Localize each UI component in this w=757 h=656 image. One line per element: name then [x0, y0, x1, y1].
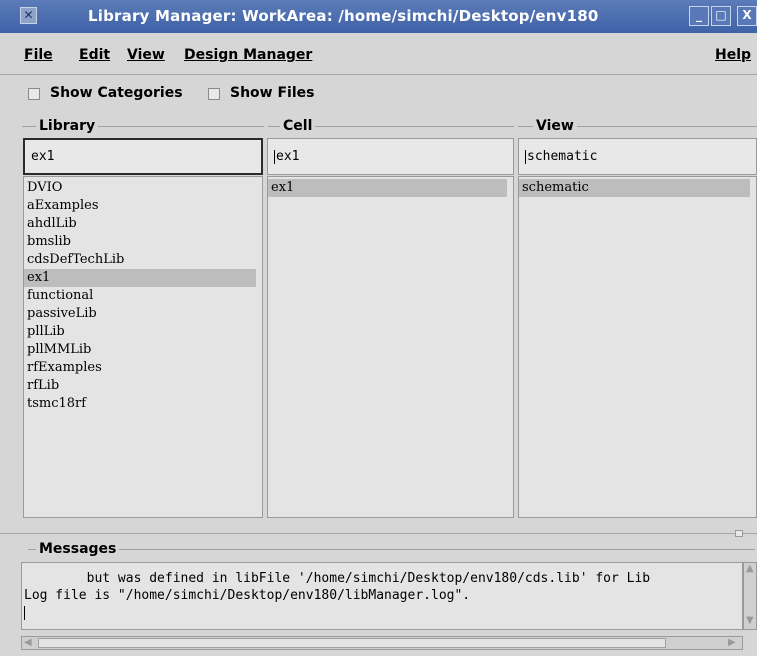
library-item[interactable]: bmslib: [24, 233, 262, 251]
library-header: Library: [36, 118, 99, 134]
cell-input[interactable]: ex1: [267, 138, 514, 175]
library-item[interactable]: functional: [24, 287, 262, 305]
library-item[interactable]: passiveLib: [24, 305, 262, 323]
show-files-option[interactable]: Show Files: [208, 85, 328, 105]
menu-bar: File Edit View Design Manager Help: [0, 33, 757, 75]
text-cursor: [22, 604, 742, 621]
library-item[interactable]: cdsDefTechLib: [24, 251, 262, 269]
scroll-down-arrow-icon[interactable]: ▼: [746, 615, 754, 626]
menu-design-manager[interactable]: Design Manager: [184, 47, 312, 63]
view-list[interactable]: schematic: [518, 176, 757, 518]
library-item[interactable]: ahdlLib: [24, 215, 262, 233]
library-item-selected[interactable]: ex1: [24, 269, 256, 287]
menu-file[interactable]: File: [24, 47, 53, 63]
scroll-right-arrow-icon[interactable]: ▶: [728, 637, 736, 648]
library-list[interactable]: DVIO aExamples ahdlLib bmslib cdsDefTech…: [23, 176, 263, 518]
library-item[interactable]: tsmc18rf: [24, 395, 262, 413]
minimize-button[interactable]: _: [689, 6, 709, 26]
cell-item-selected[interactable]: ex1: [268, 179, 507, 197]
messages-header: Messages: [36, 541, 120, 557]
x-icon[interactable]: ✕: [20, 7, 37, 24]
cell-header: Cell: [280, 118, 316, 134]
horizontal-scroll-thumb[interactable]: [38, 638, 666, 648]
show-categories-label: Show Categories: [50, 85, 183, 101]
menu-help[interactable]: Help: [715, 47, 751, 63]
window-title: Library Manager: WorkArea: /home/simchi/…: [88, 7, 599, 25]
library-item[interactable]: rfLib: [24, 377, 262, 395]
library-item[interactable]: pllMMLib: [24, 341, 262, 359]
messages-vertical-scrollbar[interactable]: ▲ ▼: [743, 562, 757, 630]
library-item[interactable]: pllLib: [24, 323, 262, 341]
view-header: View: [533, 118, 577, 134]
title-bar[interactable]: ✕ Library Manager: WorkArea: /home/simch…: [0, 0, 757, 33]
library-input[interactable]: ex1: [23, 138, 263, 175]
menu-view[interactable]: View: [127, 47, 165, 63]
show-files-checkbox[interactable]: [208, 88, 220, 100]
maximize-button[interactable]: □: [711, 6, 731, 26]
message-line: Log file is "/home/simchi/Desktop/env180…: [24, 588, 471, 603]
scroll-left-arrow-icon[interactable]: ◀: [24, 637, 32, 648]
messages-horizontal-scrollbar[interactable]: ◀ ▶: [21, 636, 743, 650]
view-input[interactable]: schematic: [518, 138, 757, 175]
show-files-label: Show Files: [230, 85, 315, 101]
menu-edit[interactable]: Edit: [79, 47, 110, 63]
view-item-selected[interactable]: schematic: [519, 179, 750, 197]
show-categories-option[interactable]: Show Categories: [28, 85, 188, 105]
cell-list[interactable]: ex1: [267, 176, 514, 518]
messages-area[interactable]: but was defined in libFile '/home/simchi…: [21, 562, 743, 630]
pane-resize-handle[interactable]: [735, 530, 743, 537]
message-line: but was defined in libFile '/home/simchi…: [24, 571, 651, 586]
close-button[interactable]: X: [737, 6, 757, 26]
library-item[interactable]: aExamples: [24, 197, 262, 215]
library-item[interactable]: DVIO: [24, 179, 262, 197]
library-item[interactable]: rfExamples: [24, 359, 262, 377]
show-categories-checkbox[interactable]: [28, 88, 40, 100]
pane-divider[interactable]: [0, 533, 757, 534]
scroll-up-arrow-icon[interactable]: ▲: [746, 563, 754, 574]
messages-group-line: [28, 549, 755, 550]
